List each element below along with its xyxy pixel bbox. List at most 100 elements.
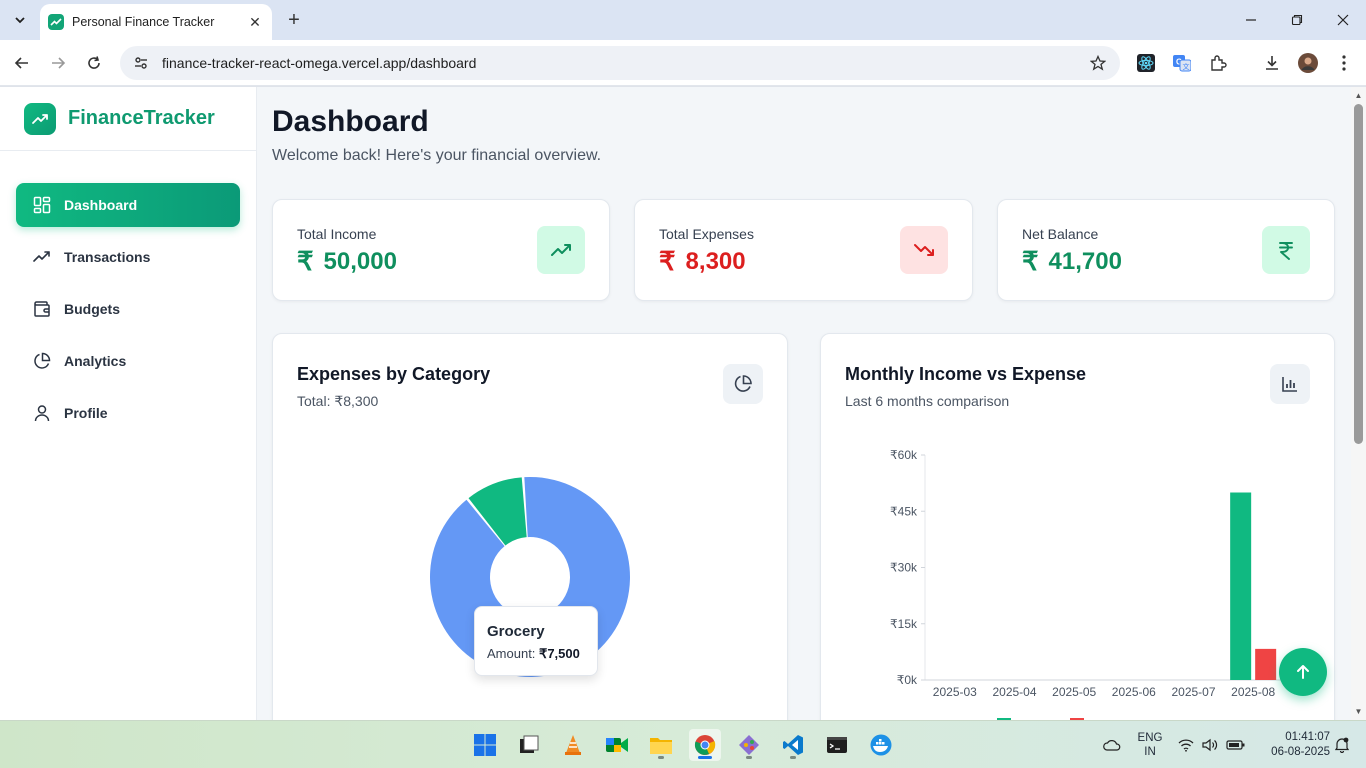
new-tab-icon[interactable]: + <box>282 8 306 32</box>
extensions-puzzle-icon[interactable] <box>1208 53 1228 73</box>
profile-avatar-icon[interactable] <box>1298 53 1318 73</box>
bar-series-0-2025-08[interactable] <box>1230 492 1252 681</box>
scroll-down-arrow-icon[interactable]: ▼ <box>1354 707 1363 716</box>
sidebar-item-label: Dashboard <box>64 197 138 213</box>
tooltip-amount: Amount: ₹7,500 <box>487 646 585 662</box>
git-tool-icon[interactable] <box>733 729 765 761</box>
scroll-up-arrow-icon[interactable]: ▲ <box>1354 91 1363 100</box>
main-content: Dashboard Welcome back! Here's your fina… <box>257 87 1351 720</box>
y-tick-label: ₹15k <box>890 617 918 631</box>
google-meet-icon[interactable] <box>601 729 633 761</box>
trending-up-favicon-icon <box>48 14 64 30</box>
tooltip-amount-value: ₹7,500 <box>539 646 580 661</box>
stat-label: Net Balance <box>1022 226 1099 242</box>
trending-up-logo-icon <box>24 102 56 135</box>
bar-series-1-2025-08[interactable] <box>1255 648 1277 680</box>
trending-down-icon <box>900 226 948 274</box>
browser-tab[interactable]: Personal Finance Tracker ✕ <box>40 4 272 40</box>
page-title: Dashboard <box>272 105 429 138</box>
x-tick-label: 2025-06 <box>1112 685 1156 699</box>
stat-value: ₹ 41,700 <box>1022 246 1122 277</box>
sidebar: FinanceTracker Dashboard Transactions Bu… <box>0 87 257 720</box>
user-icon <box>32 403 52 423</box>
expenses-category-card: Expenses by Category Total: ₹8,300 Groce… <box>272 333 788 720</box>
y-tick-label: ₹45k <box>890 504 918 518</box>
docker-icon[interactable] <box>865 729 897 761</box>
forward-icon[interactable] <box>44 49 72 77</box>
monthly-comparison-card: Monthly Income vs Expense Last 6 months … <box>820 333 1335 720</box>
grid-icon <box>32 195 52 215</box>
system-clock[interactable]: 01:41:07 06-08-2025 <box>1254 729 1330 761</box>
active-indicator <box>698 756 712 759</box>
page-subtitle: Welcome back! Here's your financial over… <box>272 147 602 164</box>
reload-icon[interactable] <box>80 49 108 77</box>
windows-taskbar: ENG IN 01:41:07 06-08-2025 <box>0 720 1366 768</box>
tab-close-icon[interactable]: ✕ <box>246 13 264 31</box>
page-scrollbar[interactable]: ▲ ▼ <box>1351 87 1366 720</box>
region-code: IN <box>1144 746 1156 758</box>
scroll-to-top-button[interactable] <box>1279 648 1327 696</box>
stat-value: ₹ 50,000 <box>297 246 397 277</box>
brand-name: FinanceTracker <box>68 107 215 129</box>
chrome-icon[interactable] <box>689 729 721 761</box>
chart-tooltip: Grocery Amount: ₹7,500 <box>474 606 598 676</box>
stat-amount: 41,700 <box>1048 247 1122 275</box>
terminal-icon[interactable] <box>821 729 853 761</box>
react-devtools-extension-icon[interactable] <box>1136 53 1156 73</box>
onedrive-cloud-icon[interactable] <box>1100 729 1124 761</box>
scrollbar-thumb[interactable] <box>1354 104 1363 444</box>
volume-icon[interactable] <box>1200 729 1220 761</box>
notification-bell-icon[interactable] <box>1332 729 1352 761</box>
sidebar-item-transactions[interactable]: Transactions <box>16 235 240 279</box>
x-tick-label: 2025-03 <box>933 685 977 699</box>
wallet-icon <box>32 299 52 319</box>
stat-value: ₹ 8,300 <box>659 246 746 277</box>
task-view-icon[interactable] <box>513 729 545 761</box>
browser-menu-icon[interactable] <box>1334 53 1354 73</box>
address-bar[interactable]: finance-tracker-react-omega.vercel.app/d… <box>120 46 1120 80</box>
tab-title: Personal Finance Tracker <box>72 15 215 29</box>
minimize-icon[interactable] <box>1228 6 1274 34</box>
sidebar-item-label: Budgets <box>64 301 120 317</box>
pie-icon <box>32 351 52 371</box>
stat-label: Total Income <box>297 226 377 242</box>
browser-toolbar: finance-tracker-react-omega.vercel.app/d… <box>0 40 1366 86</box>
sidebar-item-label: Transactions <box>64 249 151 265</box>
wifi-icon[interactable] <box>1176 729 1196 761</box>
sidebar-item-label: Analytics <box>64 353 127 369</box>
windows-start-icon[interactable] <box>469 729 501 761</box>
sidebar-item-dashboard[interactable]: Dashboard <box>16 183 240 227</box>
language-indicator[interactable]: ENG IN <box>1132 729 1168 761</box>
translate-extension-icon[interactable]: G文 <box>1172 53 1192 73</box>
x-tick-label: 2025-07 <box>1171 685 1215 699</box>
x-tick-label: 2025-04 <box>992 685 1036 699</box>
sidebar-item-budgets[interactable]: Budgets <box>16 287 240 331</box>
restore-icon[interactable] <box>1274 6 1320 34</box>
back-icon[interactable] <box>8 49 36 77</box>
vscode-icon[interactable] <box>777 729 809 761</box>
clock-time: 01:41:07 <box>1285 731 1330 743</box>
sidebar-item-profile[interactable]: Profile <box>16 391 240 435</box>
arrow-up-icon <box>1297 665 1309 679</box>
bookmark-star-icon[interactable] <box>1088 53 1108 73</box>
site-settings-icon[interactable] <box>132 54 150 72</box>
battery-icon[interactable] <box>1224 729 1248 761</box>
y-tick-label: ₹30k <box>890 561 918 575</box>
app-viewport: FinanceTracker Dashboard Transactions Bu… <box>0 87 1366 720</box>
sidebar-item-label: Profile <box>64 405 108 421</box>
sidebar-item-analytics[interactable]: Analytics <box>16 339 240 383</box>
download-icon[interactable] <box>1262 53 1282 73</box>
stat-amount: 8,300 <box>685 247 746 275</box>
tooltip-amount-label: Amount: <box>487 646 536 661</box>
file-explorer-icon[interactable] <box>645 729 677 761</box>
running-indicator <box>790 756 796 759</box>
stat-card-balance: Net Balance ₹ 41,700 <box>997 199 1335 301</box>
tab-search-chevron-icon[interactable] <box>8 8 32 32</box>
vlc-icon[interactable] <box>557 729 589 761</box>
running-indicator <box>658 756 664 759</box>
trend-icon <box>32 247 52 267</box>
url-text: finance-tracker-react-omega.vercel.app/d… <box>162 55 477 71</box>
brand[interactable]: FinanceTracker <box>0 87 256 151</box>
close-window-icon[interactable] <box>1320 6 1366 34</box>
x-tick-label: 2025-05 <box>1052 685 1096 699</box>
